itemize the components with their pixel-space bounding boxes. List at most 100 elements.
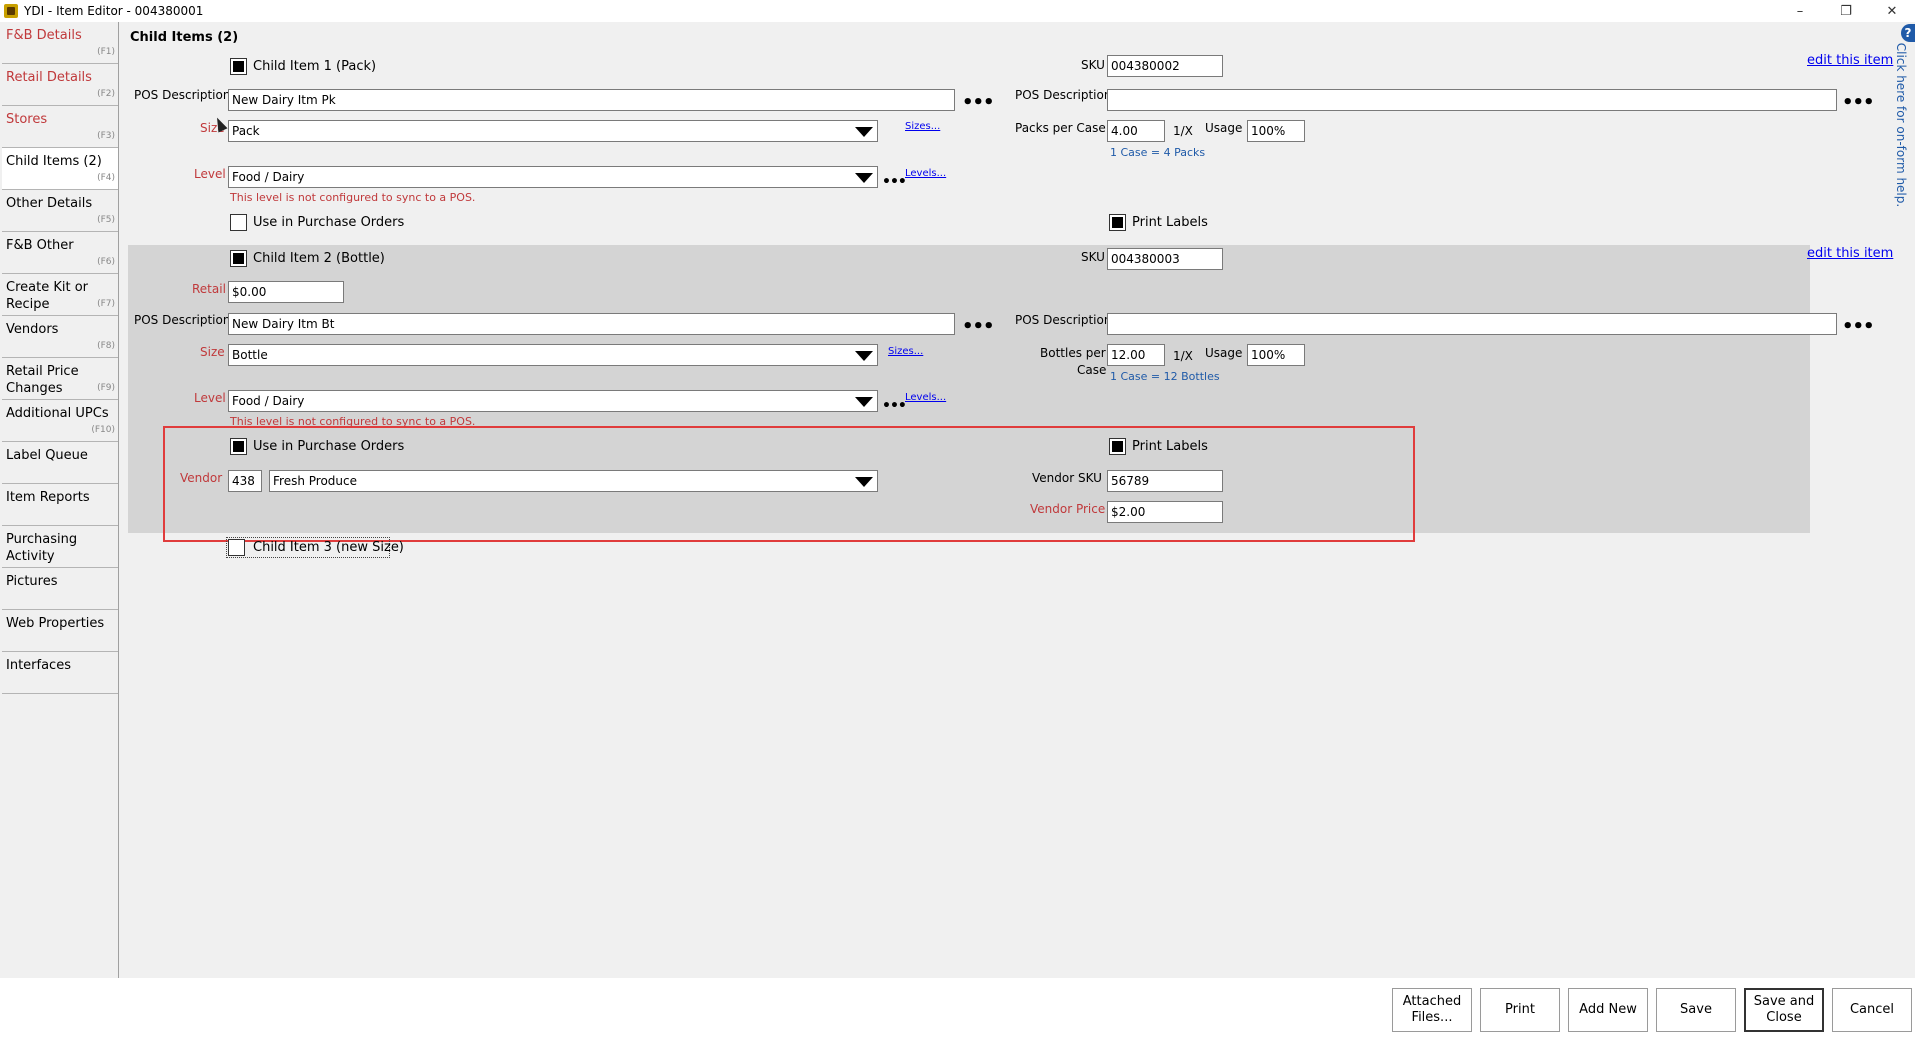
close-button[interactable]: ✕ bbox=[1869, 0, 1915, 22]
child2-sizes-link[interactable]: Sizes... bbox=[888, 346, 923, 357]
sidebar-item-other-details[interactable]: Other Details (F5) bbox=[2, 190, 118, 232]
child2-retail-field[interactable]: $0.00 bbox=[228, 281, 344, 303]
child1-sku-label: SKU bbox=[1081, 58, 1105, 72]
child1-use-po-checkbox[interactable] bbox=[230, 214, 247, 231]
child2-level-label: Level bbox=[194, 391, 226, 405]
sidebar-item-fb-details[interactable]: F&B Details (F1) bbox=[2, 22, 118, 64]
sidebar-item-purchasing-activity[interactable]: Purchasing Activity bbox=[2, 526, 118, 568]
child1-pos-desc1-field[interactable]: New Dairy Itm Pk bbox=[228, 89, 955, 111]
sidebar-item-retail-details[interactable]: Retail Details (F2) bbox=[2, 64, 118, 106]
child2-sku-field[interactable]: 004380003 bbox=[1107, 248, 1223, 270]
button-label: Files... bbox=[1411, 1010, 1453, 1025]
child1-level-more-button[interactable]: ••• bbox=[882, 175, 907, 189]
sidebar-item-label: Retail Price Changes bbox=[6, 364, 79, 396]
sidebar-item-create-kit[interactable]: Create Kit or Recipe (F7) bbox=[2, 274, 118, 316]
highlight-box bbox=[163, 426, 1415, 542]
sidebar: F&B Details (F1) Retail Details (F2) Store… bbox=[2, 22, 119, 698]
sidebar-item-label-queue[interactable]: Label Queue bbox=[2, 442, 118, 484]
child1-pos-desc2-more-button[interactable]: ••• bbox=[1842, 94, 1875, 112]
child2-pos-desc1-more-button[interactable]: ••• bbox=[962, 318, 995, 336]
save-and-close-button[interactable]: Save and Close bbox=[1744, 988, 1824, 1032]
child1-case-note: 1 Case = 4 Packs bbox=[1110, 146, 1206, 159]
child2-per-case-label-2: Case bbox=[1077, 363, 1107, 377]
child2-levels-link[interactable]: Levels... bbox=[905, 392, 946, 403]
cancel-button[interactable]: Cancel bbox=[1832, 988, 1912, 1032]
shortcut-key: (F6) bbox=[97, 257, 115, 267]
child2-level-select[interactable]: Food / Dairy bbox=[228, 390, 878, 412]
help-strip[interactable]: ? Click here for on-form help. bbox=[1894, 22, 1915, 208]
sidebar-item-interfaces[interactable]: Interfaces bbox=[2, 652, 118, 694]
child2-size-select[interactable]: Bottle bbox=[228, 344, 878, 366]
window-title: YDI - Item Editor - 004380001 bbox=[24, 4, 204, 18]
page-title: Child Items (2) bbox=[130, 30, 239, 45]
child1-title: Child Item 1 (Pack) bbox=[253, 59, 377, 74]
shortcut-key: (F5) bbox=[97, 215, 115, 225]
shortcut-key: (F10) bbox=[91, 425, 115, 435]
sidebar-item-label: Item Reports bbox=[6, 490, 90, 505]
sidebar-item-label: F&B Details bbox=[6, 28, 82, 43]
selected-value: Food / Dairy bbox=[232, 394, 305, 408]
app-icon bbox=[4, 4, 18, 18]
child1-per-case-label: Packs per Case bbox=[1015, 121, 1106, 135]
child1-levels-link[interactable]: Levels... bbox=[905, 168, 946, 179]
chevron-down-icon bbox=[855, 351, 873, 361]
child1-level-note: This level is not configured to sync to … bbox=[230, 191, 476, 204]
child1-enabled-checkbox[interactable] bbox=[230, 58, 247, 75]
child3-checkbox[interactable] bbox=[228, 539, 245, 556]
sidebar-item-label: Retail Details bbox=[6, 70, 92, 85]
sidebar-item-web-properties[interactable]: Web Properties bbox=[2, 610, 118, 652]
help-icon[interactable]: ? bbox=[1901, 24, 1915, 42]
add-new-button[interactable]: Add New bbox=[1568, 988, 1648, 1032]
help-text[interactable]: Click here for on-form help. bbox=[1894, 43, 1908, 207]
child2-title: Child Item 2 (Bottle) bbox=[253, 251, 385, 266]
child1-pos-desc1-label: POS Description 1 bbox=[134, 88, 242, 102]
child2-pos-desc2-field[interactable] bbox=[1107, 313, 1837, 335]
shortcut-key: (F8) bbox=[97, 341, 115, 351]
sidebar-item-child-items[interactable]: Child Items (2) (F4) bbox=[2, 148, 118, 190]
button-label: Save and bbox=[1753, 994, 1815, 1009]
child2-usage-field[interactable]: 100% bbox=[1247, 344, 1305, 366]
chevron-down-icon bbox=[855, 127, 873, 137]
sidebar-item-additional-upcs[interactable]: Additional UPCs (F10) bbox=[2, 400, 118, 442]
child1-size-select[interactable]: Pack bbox=[228, 120, 878, 142]
child1-sizes-link[interactable]: Sizes... bbox=[905, 121, 940, 132]
sidebar-item-vendors[interactable]: Vendors (F8) bbox=[2, 316, 118, 358]
child2-level-more-button[interactable]: ••• bbox=[882, 399, 907, 413]
child1-print-labels-label: Print Labels bbox=[1132, 215, 1208, 230]
child1-pos-desc1-more-button[interactable]: ••• bbox=[962, 94, 995, 112]
child1-pos-desc2-field[interactable] bbox=[1107, 89, 1837, 111]
child2-per-case-field[interactable]: 12.00 bbox=[1107, 344, 1165, 366]
save-button[interactable]: Save bbox=[1656, 988, 1736, 1032]
sidebar-item-label: Create Kit or Recipe bbox=[6, 280, 88, 312]
print-button[interactable]: Print bbox=[1480, 988, 1560, 1032]
child2-edit-link[interactable]: edit this item bbox=[1807, 246, 1893, 261]
attached-files-button[interactable]: Attached Files... bbox=[1392, 988, 1472, 1032]
sidebar-item-label: Additional UPCs bbox=[6, 406, 109, 421]
sidebar-item-fb-other[interactable]: F&B Other (F6) bbox=[2, 232, 118, 274]
sidebar-item-label: Stores bbox=[6, 112, 48, 127]
child1-edit-link[interactable]: edit this item bbox=[1807, 53, 1893, 68]
child2-per-unit-label: 1/X bbox=[1173, 349, 1193, 363]
restore-button[interactable]: ❐ bbox=[1823, 0, 1869, 22]
sidebar-item-label: Web Properties bbox=[6, 616, 105, 631]
child2-retail-label: Retail bbox=[192, 282, 226, 296]
sidebar-item-label: Vendors bbox=[6, 322, 59, 337]
child1-usage-field[interactable]: 100% bbox=[1247, 120, 1305, 142]
sidebar-item-item-reports[interactable]: Item Reports bbox=[2, 484, 118, 526]
child1-print-labels-checkbox[interactable] bbox=[1109, 214, 1126, 231]
shortcut-key: (F4) bbox=[97, 173, 115, 183]
sidebar-item-pictures[interactable]: Pictures bbox=[2, 568, 118, 610]
sidebar-item-label: Purchasing Activity bbox=[6, 532, 78, 564]
sidebar-item-retail-price-changes[interactable]: Retail Price Changes (F9) bbox=[2, 358, 118, 400]
child1-level-select[interactable]: Food / Dairy bbox=[228, 166, 878, 188]
child2-pos-desc1-field[interactable]: New Dairy Itm Bt bbox=[228, 313, 955, 335]
sidebar-item-stores[interactable]: Stores (F3) bbox=[2, 106, 118, 148]
minimize-button[interactable]: – bbox=[1777, 0, 1823, 22]
child2-enabled-checkbox[interactable] bbox=[230, 250, 247, 267]
selected-value: Food / Dairy bbox=[232, 170, 305, 184]
sidebar-item-label: Interfaces bbox=[6, 658, 71, 673]
child2-pos-desc2-more-button[interactable]: ••• bbox=[1842, 318, 1875, 336]
sidebar-item-label: F&B Other bbox=[6, 238, 74, 253]
child1-sku-field[interactable]: 004380002 bbox=[1107, 55, 1223, 77]
child1-per-case-field[interactable]: 4.00 bbox=[1107, 120, 1165, 142]
